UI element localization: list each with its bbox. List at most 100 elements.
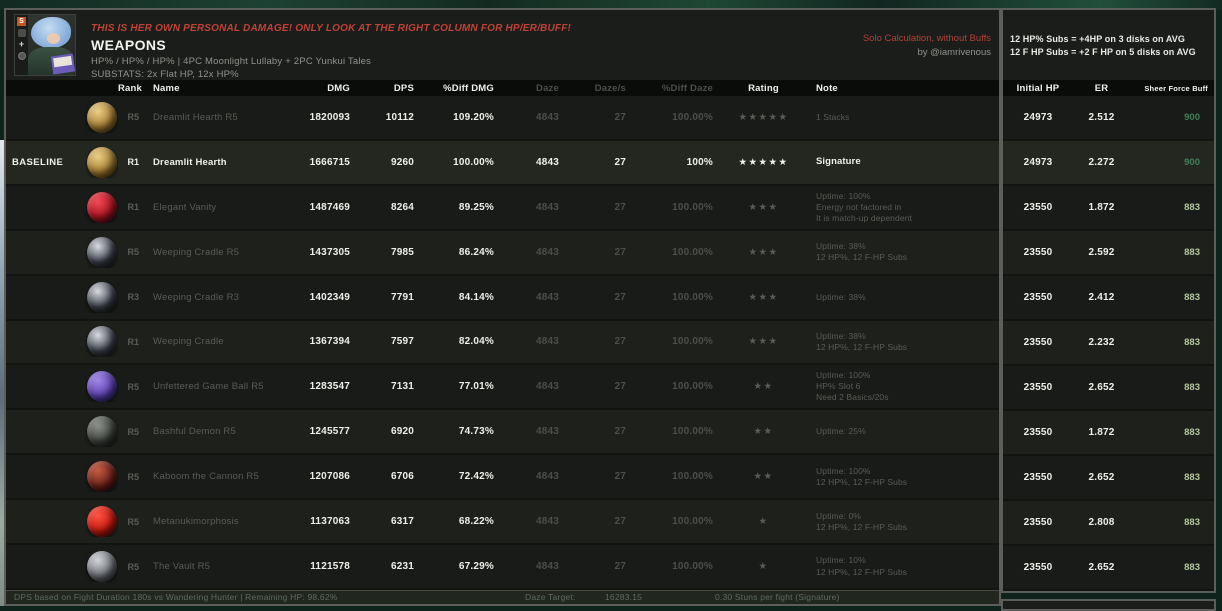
cell-rank: R5	[127, 247, 139, 258]
cell-name: Weeping Cradle R3	[153, 291, 240, 303]
cell-initial-hp: 23550	[1023, 337, 1053, 348]
page-title: WEAPONS	[91, 37, 167, 53]
weapon-icon	[86, 551, 117, 583]
col-header-name: Name	[153, 82, 180, 94]
cell-initial-hp: 23550	[1023, 472, 1053, 483]
cell-sheer-force-buff: 883	[1184, 202, 1200, 213]
hp-er-buff-row: 23550 2.808 883	[1003, 501, 1214, 546]
cell-sheer-force-buff: 900	[1184, 112, 1200, 123]
cell-diff-dmg: 72.42%	[458, 471, 494, 483]
cell-note: Uptime: 38% 12 HP%, 12 F-HP Subs	[816, 241, 908, 263]
cell-dmg: 1437305	[309, 246, 350, 258]
cell-rank: R5	[127, 426, 139, 437]
right-panel-header: 12 HP% Subs = +4HP on 3 disks on AVG 12 …	[1003, 10, 1214, 80]
cell-rating-stars: ★★★	[748, 336, 779, 348]
cell-initial-hp: 23550	[1023, 427, 1053, 438]
cell-initial-hp: 23550	[1023, 292, 1053, 303]
cell-dmg: 1245577	[309, 426, 350, 438]
cell-rank: R5	[127, 381, 139, 392]
col-header-daze-s: Daze/s	[594, 82, 626, 94]
portrait-book	[50, 53, 75, 75]
hp-er-buff-row: 23550 1.872 883	[1003, 411, 1214, 456]
cell-er: 2.808	[1088, 517, 1115, 528]
weapon-row: R5 Bashful Demon R5 1245577 6920 74.73% …	[6, 410, 999, 456]
cell-diff-daze: 100.00%	[672, 471, 713, 483]
sparkle-icon: +	[18, 39, 25, 49]
cell-diff-daze: 100.00%	[672, 516, 713, 528]
cell-name: Dreamlit Hearth R5	[153, 111, 238, 123]
col-header-daze: Daze	[536, 82, 559, 94]
col-header-diff-daze: %Diff Daze	[661, 82, 713, 94]
cell-er: 2.272	[1088, 157, 1115, 168]
right-table-body: 24973 2.512 900 24973 2.272 900 23550 1.…	[1003, 96, 1214, 591]
cell-er: 2.592	[1088, 247, 1115, 258]
character-portrait	[28, 15, 75, 75]
cell-rank: R1	[127, 202, 139, 213]
next-section-panel	[1001, 599, 1216, 611]
cell-rank: R1	[127, 157, 139, 168]
cell-diff-dmg: 77.01%	[458, 381, 494, 393]
cell-rating-stars: ★★★★★	[738, 111, 789, 123]
cell-diff-dmg: 109.20%	[453, 111, 494, 123]
cell-er: 2.412	[1088, 292, 1115, 303]
cell-daze: 4843	[535, 291, 559, 303]
cell-daze: 4843	[535, 156, 559, 168]
cell-initial-hp: 23550	[1023, 517, 1053, 528]
cell-daze: 4843	[535, 246, 559, 258]
weapon-icon	[86, 236, 117, 268]
cell-name: Bashful Demon R5	[153, 426, 236, 438]
cell-rating-stars: ★★★	[748, 201, 779, 213]
weapon-icon	[86, 416, 117, 448]
hp-er-buff-row: 24973 2.512 900	[1003, 96, 1214, 141]
stuns-per-fight-note: 0.30 Stuns per fight (Signature)	[715, 592, 840, 602]
cell-rating-stars: ★★★★★	[738, 156, 789, 168]
cell-dps: 8264	[390, 201, 414, 213]
cell-diff-dmg: 84.14%	[458, 291, 494, 303]
cell-initial-hp: 23550	[1023, 202, 1053, 213]
cell-note: Uptime: 38%	[816, 291, 866, 302]
cell-er: 2.652	[1088, 562, 1115, 573]
cell-daze-s: 27	[614, 111, 626, 123]
cell-diff-dmg: 74.73%	[458, 426, 494, 438]
right-panel-column-header: Initial HP ER Sheer Force Buff	[1003, 80, 1214, 96]
cell-dmg: 1207086	[309, 471, 350, 483]
cell-daze: 4843	[535, 471, 559, 483]
weapon-icon	[86, 101, 117, 133]
weapon-icon-cell	[85, 326, 118, 358]
cell-initial-hp: 23550	[1023, 562, 1053, 573]
cell-er: 1.872	[1088, 427, 1115, 438]
hp-subs-note-1: 12 HP% Subs = +4HP on 3 disks on AVG	[1010, 33, 1185, 44]
cell-rating-stars: ★★★	[748, 246, 779, 258]
cell-dps: 7791	[390, 291, 414, 303]
daze-target-label: Daze Target:	[525, 592, 576, 602]
weapon-icon-cell	[85, 371, 118, 403]
cell-diff-dmg: 100.00%	[453, 156, 494, 168]
cell-diff-daze: 100.00%	[672, 201, 713, 213]
weapon-row: R1 Weeping Cradle 1367394 7597 82.04% 48…	[6, 320, 999, 366]
cell-rating-stars: ★	[758, 561, 769, 573]
col-header-initial-hp: Initial HP	[1016, 82, 1060, 94]
cell-diff-daze: 100.00%	[672, 336, 713, 348]
weapon-icon-cell	[85, 506, 118, 538]
cell-dmg: 1367394	[309, 336, 350, 348]
weapon-icon	[86, 326, 117, 358]
solo-calculation-note: Solo Calculation, without Buffs	[862, 33, 991, 44]
weapon-row: R1 Elegant Vanity 1487469 8264 89.25% 48…	[6, 185, 999, 231]
weapon-row: R5 The Vault R5 1121578 6231 67.29% 4843…	[6, 545, 999, 590]
col-header-dps: DPS	[393, 82, 414, 94]
cell-daze: 4843	[535, 111, 559, 123]
weapon-icon	[86, 461, 117, 493]
fight-duration-note: DPS based on Fight Duration 180s vs Wand…	[14, 592, 338, 602]
cell-diff-dmg: 82.04%	[458, 336, 494, 348]
cell-name: Metanukimorphosis	[153, 516, 239, 528]
character-avatar: S +	[14, 14, 76, 76]
cell-note: Uptime: 100% 12 HP%, 12 F-HP Subs	[816, 465, 908, 487]
build-line: HP% / HP% / HP% | 4PC Moonlight Lullaby …	[91, 56, 372, 67]
hp-er-buff-panel: 12 HP% Subs = +4HP on 3 disks on AVG 12 …	[1001, 8, 1216, 593]
cell-dmg: 1402349	[309, 291, 350, 303]
cell-dps: 7597	[390, 336, 414, 348]
col-header-dmg: DMG	[327, 82, 350, 94]
weapon-row: BASELINE R1 Dreamlit Hearth 1666715 9260…	[6, 140, 999, 186]
personal-damage-warning: THIS IS HER OWN PERSONAL DAMAGE! ONLY LO…	[91, 23, 572, 34]
col-header-sheer-force-buff: Sheer Force Buff	[1144, 83, 1208, 93]
